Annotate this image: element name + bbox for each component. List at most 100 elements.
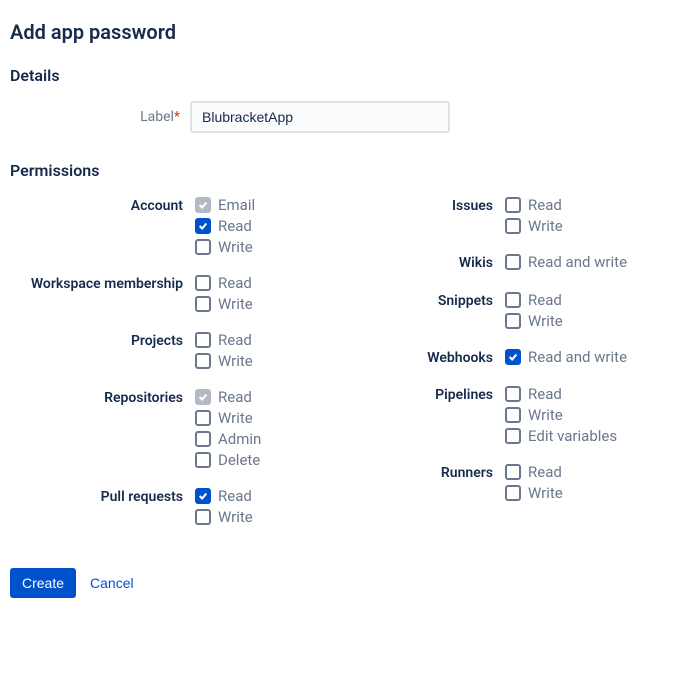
perm-options: Read and write [505,253,627,273]
perm-option-runners-write[interactable]: Write [505,484,563,502]
perm-option-label: Read [528,196,562,214]
perm-option-label: Read and write [528,348,627,366]
checkbox-icon[interactable] [505,407,521,423]
perm-option-label: Edit variables [528,427,617,445]
perm-option-repositories-write[interactable]: Write [195,409,261,427]
perm-option-repositories-admin[interactable]: Admin [195,430,261,448]
perm-option-label: Write [218,409,253,427]
checkbox-icon[interactable] [505,349,521,365]
perm-option-pull-requests-read[interactable]: Read [195,487,253,505]
perm-option-snippets-read[interactable]: Read [505,291,563,309]
perm-option-repositories-delete[interactable]: Delete [195,451,261,469]
perm-options: Read Write [195,274,253,313]
perm-option-webhooks-read-and-write[interactable]: Read and write [505,348,627,366]
perm-option-pull-requests-write[interactable]: Write [195,508,253,526]
permissions-col-right: IssuesReadWriteWikisRead and writeSnippe… [365,196,690,544]
perm-group-runners: Runners Read Write [365,463,690,502]
perm-option-issues-write[interactable]: Write [505,217,563,235]
perm-option-issues-read[interactable]: Read [505,196,563,214]
checkbox-icon[interactable] [195,275,211,291]
checkbox-icon[interactable] [195,431,211,447]
perm-options: Read Write [505,291,563,330]
perm-group-wikis: WikisRead and write [365,253,690,273]
checkbox-icon[interactable] [195,296,211,312]
perm-options: Read Write Admin Delete [195,388,261,469]
perm-option-label: Read [528,463,562,481]
checkbox-icon [195,197,211,213]
perm-option-runners-read[interactable]: Read [505,463,563,481]
perm-option-projects-read[interactable]: Read [195,331,253,349]
checkbox-icon[interactable] [195,488,211,504]
perm-option-label: Read [528,385,562,403]
checkbox-icon[interactable] [505,464,521,480]
checkbox-icon[interactable] [505,218,521,234]
permissions-columns: AccountEmailReadWriteWorkspace membershi… [10,196,690,544]
perm-option-wikis-read-and-write[interactable]: Read and write [505,253,627,271]
perm-option-label: Write [528,217,563,235]
perm-option-projects-write[interactable]: Write [195,352,253,370]
create-button[interactable]: Create [10,568,76,598]
checkbox-icon[interactable] [505,386,521,402]
label-field-label: Label [140,109,174,125]
perm-option-label: Write [528,406,563,424]
perm-options: Read and write [505,348,627,368]
perm-option-pipelines-edit-variables[interactable]: Edit variables [505,427,617,445]
perm-option-label: Write [528,312,563,330]
perm-option-label: Write [218,238,253,256]
perm-option-repositories-read: Read [195,388,261,406]
checkbox-icon[interactable] [505,428,521,444]
perm-option-account-write[interactable]: Write [195,238,255,256]
label-input[interactable] [190,101,450,133]
perm-option-label: Read [218,217,252,235]
perm-group-pipelines: Pipelines Read Write Edit variables [365,385,690,445]
perm-group-label: Pipelines [365,385,505,445]
perm-option-pipelines-read[interactable]: Read [505,385,617,403]
perm-option-label: Delete [218,451,260,469]
checkbox-icon[interactable] [195,239,211,255]
perm-option-snippets-write[interactable]: Write [505,312,563,330]
perm-group-workspace-membership: Workspace membershipReadWrite [10,274,335,313]
checkbox-icon[interactable] [195,353,211,369]
permissions-section: Permissions AccountEmailReadWriteWorkspa… [10,161,690,544]
perm-group-account: AccountEmailReadWrite [10,196,335,256]
permissions-heading: Permissions [10,161,690,180]
perm-option-label: Read [528,291,562,309]
checkbox-icon[interactable] [195,332,211,348]
perm-option-workspace-membership-read[interactable]: Read [195,274,253,292]
perm-options: EmailReadWrite [195,196,255,256]
perm-option-pipelines-write[interactable]: Write [505,406,617,424]
perm-group-label: Runners [365,463,505,502]
checkbox-icon[interactable] [505,292,521,308]
perm-group-repositories: RepositoriesReadWriteAdminDelete [10,388,335,469]
checkbox-icon[interactable] [195,218,211,234]
perm-options: Read Write [505,463,563,502]
perm-group-label: Pull requests [10,487,195,526]
page-title: Add app password [10,20,690,44]
checkbox-icon[interactable] [195,410,211,426]
cancel-button[interactable]: Cancel [90,575,134,591]
checkbox-icon[interactable] [505,197,521,213]
perm-options: Read Write Edit variables [505,385,617,445]
checkbox-icon[interactable] [195,452,211,468]
perm-option-label: Write [218,295,253,313]
details-section: Details Label* [10,66,690,133]
perm-option-workspace-membership-write[interactable]: Write [195,295,253,313]
checkbox-icon[interactable] [505,254,521,270]
perm-group-webhooks: Webhooks Read and write [365,348,690,368]
perm-option-label: Read and write [528,253,627,271]
checkbox-icon[interactable] [505,313,521,329]
perm-options: Read Write [195,487,253,526]
perm-option-label: Read [218,487,252,505]
perm-group-snippets: SnippetsReadWrite [365,291,690,330]
perm-option-account-read[interactable]: Read [195,217,255,235]
perm-group-label: Webhooks [365,348,505,368]
perm-group-label: Issues [365,196,505,235]
perm-option-label: Write [218,352,253,370]
perm-group-label: Account [10,196,195,256]
perm-option-label: Write [528,484,563,502]
checkbox-icon[interactable] [505,485,521,501]
required-asterisk: * [174,109,180,125]
permissions-col-left: AccountEmailReadWriteWorkspace membershi… [10,196,335,544]
perm-options: Read Write [505,196,563,235]
checkbox-icon[interactable] [195,509,211,525]
